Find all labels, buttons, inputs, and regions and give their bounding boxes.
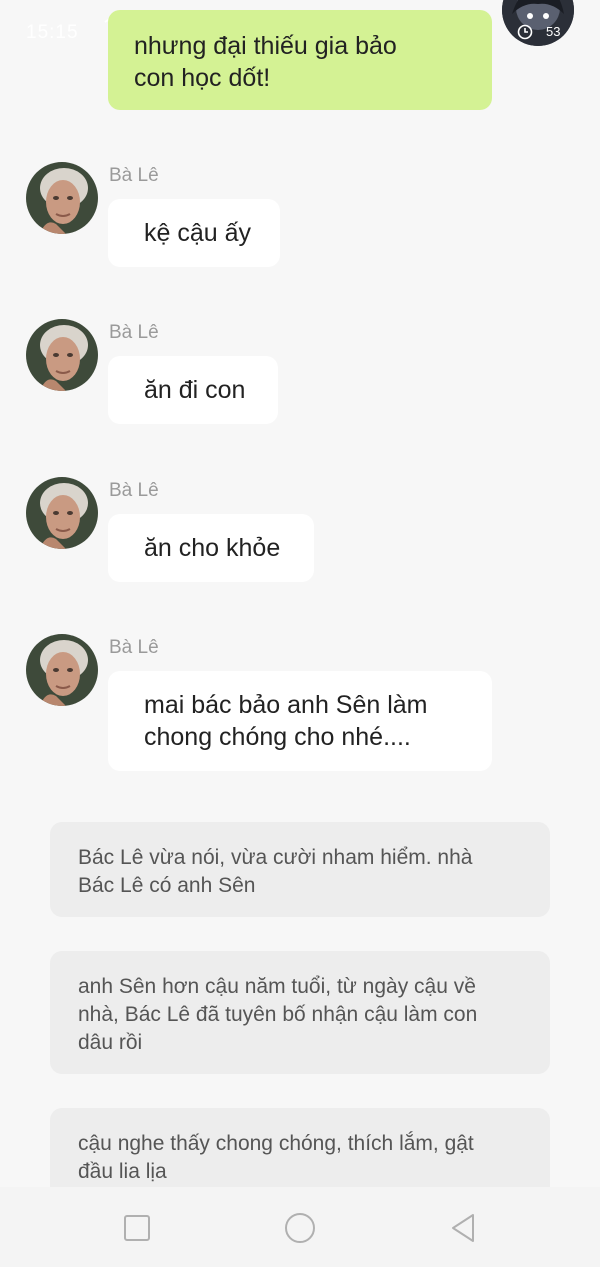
alarm-icon xyxy=(517,24,533,40)
elderly-woman-avatar-icon xyxy=(26,634,98,706)
incoming-message-bubble[interactable]: mai bác bảo anh Sên làm chong chóng cho … xyxy=(108,671,492,771)
elderly-woman-avatar-icon xyxy=(26,319,98,391)
sender-name: Bà Lê xyxy=(109,165,159,186)
message-line: nhưng đại thiếu gia bảo xyxy=(134,32,397,60)
narration-line: đầu lia lịa xyxy=(78,1160,167,1183)
message-line: kệ cậu ấy xyxy=(144,219,252,247)
message-line: ăn cho khỏe xyxy=(144,534,281,562)
sender-name: Bà Lê xyxy=(109,322,159,343)
outgoing-message-bubble[interactable]: nhưng đại thiếu gia bảo con học dốt! xyxy=(108,10,492,110)
navigation-bar xyxy=(0,1187,600,1267)
narration-line: nhà, Bác Lê đã tuyên bố nhận cậu làm con xyxy=(78,1003,478,1026)
circle-home-icon[interactable] xyxy=(283,1211,317,1245)
avatar[interactable] xyxy=(26,634,98,706)
narration-line: cậu nghe thấy chong chóng, thích lắm, gậ… xyxy=(78,1132,474,1155)
sender-name: Bà Lê xyxy=(109,637,159,658)
avatar[interactable] xyxy=(26,162,98,234)
message-line: chong chóng cho nhé.... xyxy=(144,723,411,751)
anime-avatar-icon xyxy=(502,0,574,46)
narration-box: Bác Lê vừa nói, vừa cười nham hiểm. nhà … xyxy=(50,822,550,917)
my-avatar[interactable] xyxy=(502,0,574,46)
message-line: ăn đi con xyxy=(144,376,246,404)
battery-level: 53 xyxy=(546,24,561,39)
narration-line: Bác Lê vừa nói, vừa cười nham hiểm. nhà xyxy=(78,846,473,869)
narration-line: dâu rồi xyxy=(78,1031,143,1054)
incoming-message-bubble[interactable]: ăn cho khỏe xyxy=(108,514,314,582)
incoming-message-bubble[interactable]: kệ cậu ấy xyxy=(108,199,280,267)
triangle-back-icon[interactable] xyxy=(446,1211,480,1245)
sender-name: Bà Lê xyxy=(109,480,159,501)
elderly-woman-avatar-icon xyxy=(26,477,98,549)
avatar[interactable] xyxy=(26,477,98,549)
elderly-woman-avatar-icon xyxy=(26,162,98,234)
narration-line: anh Sên hơn cậu năm tuổi, từ ngày cậu về xyxy=(78,975,476,998)
avatar[interactable] xyxy=(26,319,98,391)
message-line: con học dốt! xyxy=(134,64,271,92)
narration-box: anh Sên hơn cậu năm tuổi, từ ngày cậu về… xyxy=(50,951,550,1074)
square-icon[interactable] xyxy=(120,1211,154,1245)
narration-line: Bác Lê có anh Sên xyxy=(78,874,256,897)
incoming-message-bubble[interactable]: ăn đi con xyxy=(108,356,278,424)
status-time: 15:15 xyxy=(26,22,79,43)
message-line: mai bác bảo anh Sên làm xyxy=(144,691,428,719)
